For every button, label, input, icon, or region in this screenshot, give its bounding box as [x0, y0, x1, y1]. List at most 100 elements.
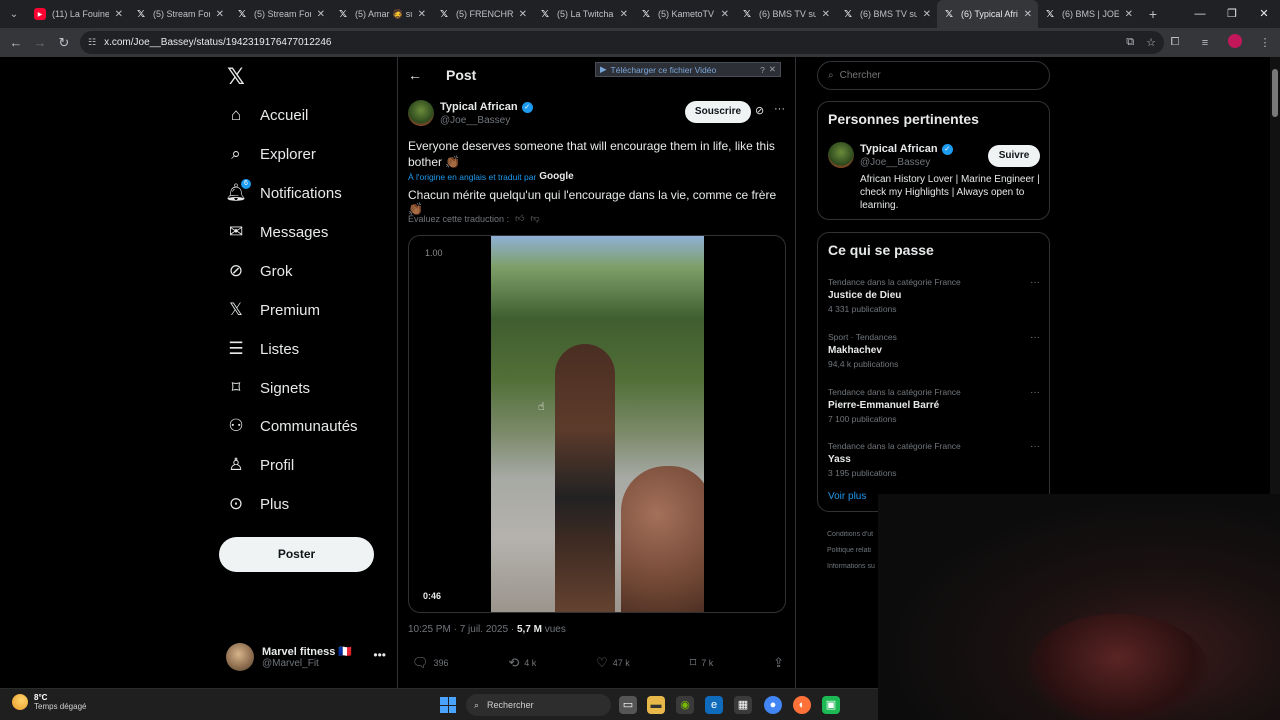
author-name-row[interactable]: Typical African ✓	[440, 101, 533, 113]
footer-link[interactable]: Informations su	[827, 563, 882, 570]
new-tab-button[interactable]: +	[1139, 6, 1167, 22]
install-app-icon[interactable]: ⧉	[1126, 36, 1134, 49]
download-label[interactable]: Télécharger ce fichier Vidéo	[611, 65, 717, 75]
close-tab-icon[interactable]: ✕	[721, 9, 729, 20]
nav-item-listes[interactable]: ☰ Listes	[226, 335, 299, 363]
extensions-icon[interactable]: ⧠	[1164, 36, 1186, 49]
subscribe-button[interactable]: Souscrire	[685, 101, 751, 123]
profile-avatar[interactable]	[1224, 34, 1246, 51]
minimize-button[interactable]: —	[1184, 0, 1216, 28]
site-info-icon[interactable]: ☷	[88, 37, 96, 48]
nav-item-signets[interactable]: ⌑ Signets	[226, 374, 310, 402]
more-icon[interactable]: ···	[1030, 441, 1040, 452]
trend-item[interactable]: Sport · Tendances Makhachev 94,4 k publica…	[828, 332, 1040, 369]
close-icon[interactable]: ✕	[769, 64, 776, 75]
edge-icon[interactable]: e	[705, 696, 723, 714]
close-tab-icon[interactable]: ✕	[418, 9, 426, 20]
more-icon[interactable]: ···	[1030, 277, 1040, 288]
omnibox[interactable]: ☷ x.com/Joe__Bassey/status/1942319176477…	[80, 31, 1164, 54]
close-tab-icon[interactable]: ✕	[317, 9, 325, 20]
nav-item-profil[interactable]: ♙ Profil	[226, 451, 294, 479]
close-tab-icon[interactable]: ✕	[519, 9, 527, 20]
footer-link[interactable]: Politique relati	[827, 547, 882, 554]
trend-item[interactable]: Tendance dans la catégorie France Pierre-…	[828, 387, 1040, 424]
forward-icon[interactable]: →	[28, 35, 52, 50]
url-text[interactable]: x.com/Joe__Bassey/status/194231917647701…	[104, 37, 1114, 48]
browser-tab[interactable]: 𝕏 (6) BMS TV sur ✕	[836, 0, 937, 28]
thumbs-up-icon[interactable]: 👍︎	[515, 213, 524, 224]
back-icon[interactable]: ←	[4, 35, 28, 50]
like-button[interactable]: ♡ 47 k	[596, 655, 630, 671]
search-input[interactable]	[839, 70, 1020, 81]
avatar[interactable]	[828, 142, 854, 168]
browser-tab[interactable]: 𝕏 (5) FRENCHRA ✕	[432, 0, 533, 28]
grok-icon[interactable]: ⊘	[755, 104, 764, 117]
firefox-icon[interactable]: ◐	[793, 696, 811, 714]
close-tab-icon[interactable]: ✕	[923, 9, 931, 20]
reply-button[interactable]: 🗨︎ 396	[412, 655, 449, 671]
nav-item-grok[interactable]: ⊘ Grok	[226, 257, 293, 285]
more-icon[interactable]: •••	[373, 648, 386, 662]
bookmark-star-icon[interactable]: ☆	[1146, 36, 1156, 49]
browser-tab[interactable]: 𝕏 (5) Amar 🧔 su ✕	[331, 0, 432, 28]
tab-search-menu-button[interactable]: ⌄	[0, 0, 28, 28]
thumbs-down-icon[interactable]: 👎︎	[530, 213, 539, 224]
author-handle[interactable]: @Joe__Bassey	[440, 115, 510, 126]
close-window-button[interactable]: ✕	[1248, 0, 1280, 28]
repost-button[interactable]: ⟲ 4 k	[508, 655, 536, 671]
nav-item-premium[interactable]: 𝕏 Premium	[226, 296, 320, 324]
nav-item-notifications[interactable]: 🔔︎ 6 Notifications	[225, 179, 342, 207]
trend-item[interactable]: Tendance dans la catégorie France Justice…	[828, 277, 1040, 314]
close-tab-icon[interactable]: ✕	[822, 9, 830, 20]
follow-button[interactable]: Suivre	[988, 145, 1040, 167]
relevant-handle[interactable]: @Joe__Bassey	[860, 157, 930, 168]
help-icon[interactable]: ?	[760, 65, 765, 75]
close-tab-icon[interactable]: ✕	[1125, 9, 1133, 20]
share-button[interactable]: ⇪	[773, 655, 784, 671]
nav-item-accueil[interactable]: ⌂ Accueil	[226, 101, 309, 129]
chrome-icon[interactable]: ●	[764, 696, 782, 714]
relevant-name-row[interactable]: Typical African ✓	[860, 143, 953, 155]
store-icon[interactable]: ▦	[734, 696, 752, 714]
browser-tab[interactable]: 𝕏 (6) BMS TV sur ✕	[735, 0, 836, 28]
close-tab-icon[interactable]: ✕	[216, 9, 224, 20]
account-switcher[interactable]: Marvel fitness 🇫🇷 @Marvel_Fit •••	[226, 642, 386, 672]
nav-item-explorer[interactable]: ⌕ Explorer	[226, 140, 316, 168]
video-player[interactable]: 1.00 0:46	[408, 235, 786, 613]
browser-tab[interactable]: 𝕏 (5) La Twitchan ✕	[533, 0, 634, 28]
maximize-button[interactable]: ❐	[1216, 0, 1248, 28]
relevant-name[interactable]: Typical African	[860, 143, 938, 155]
x-logo[interactable]: 𝕏	[224, 65, 248, 89]
more-icon[interactable]: ···	[1030, 387, 1040, 398]
nav-item-plus[interactable]: ⊙ Plus	[226, 490, 289, 518]
task-view-icon[interactable]: ▭	[619, 696, 637, 714]
author-name[interactable]: Typical African	[440, 101, 518, 113]
nav-item-messages[interactable]: ✉ Messages	[226, 218, 329, 246]
scrollbar-thumb[interactable]	[1272, 69, 1278, 117]
nvidia-icon[interactable]: ◉	[676, 696, 694, 714]
see-more-link[interactable]: Voir plus	[828, 491, 866, 502]
close-tab-icon[interactable]: ✕	[620, 9, 628, 20]
start-button[interactable]	[440, 697, 456, 713]
taskbar-search[interactable]: ⌕ Rechercher	[466, 694, 611, 716]
app-icon[interactable]: ▣	[822, 696, 840, 714]
back-arrow-icon[interactable]: ←	[408, 67, 422, 83]
weather-widget[interactable]: 8°C Temps dégagé	[12, 693, 86, 711]
post-timestamp[interactable]: 10:25 PM · 7 juil. 2025 ·	[408, 624, 517, 635]
browser-tab[interactable]: 𝕏 (5) KametoTV ✕	[634, 0, 735, 28]
video-frame[interactable]	[491, 236, 704, 612]
trend-item[interactable]: Tendance dans la catégorie France Yass 3 1…	[828, 441, 1040, 478]
search-box[interactable]: ⌕	[817, 61, 1050, 90]
nav-item-communautes[interactable]: ⚇ Communautés	[226, 412, 357, 440]
browser-tab[interactable]: 𝕏 (5) Stream For ✕	[230, 0, 331, 28]
author-avatar[interactable]	[408, 100, 434, 126]
browser-menu-icon[interactable]: ⋮	[1254, 36, 1276, 49]
browser-tab[interactable]: 𝕏 (6) Typical Afri ✕	[937, 0, 1038, 28]
browser-tab[interactable]: 𝕏 (6) BMS | JOEL ✕	[1038, 0, 1139, 28]
download-video-bar[interactable]: ▶ Télécharger ce fichier Vidéo ? ✕	[595, 62, 781, 77]
media-controls-icon[interactable]: ≡	[1194, 37, 1216, 49]
browser-tab[interactable]: ▶ (11) La Fouine ✕	[28, 0, 129, 28]
footer-link[interactable]: Conditions d'ut	[827, 531, 882, 538]
bookmark-button[interactable]: ⌑ 7 k	[690, 655, 714, 671]
reload-icon[interactable]: ↻	[52, 35, 76, 51]
